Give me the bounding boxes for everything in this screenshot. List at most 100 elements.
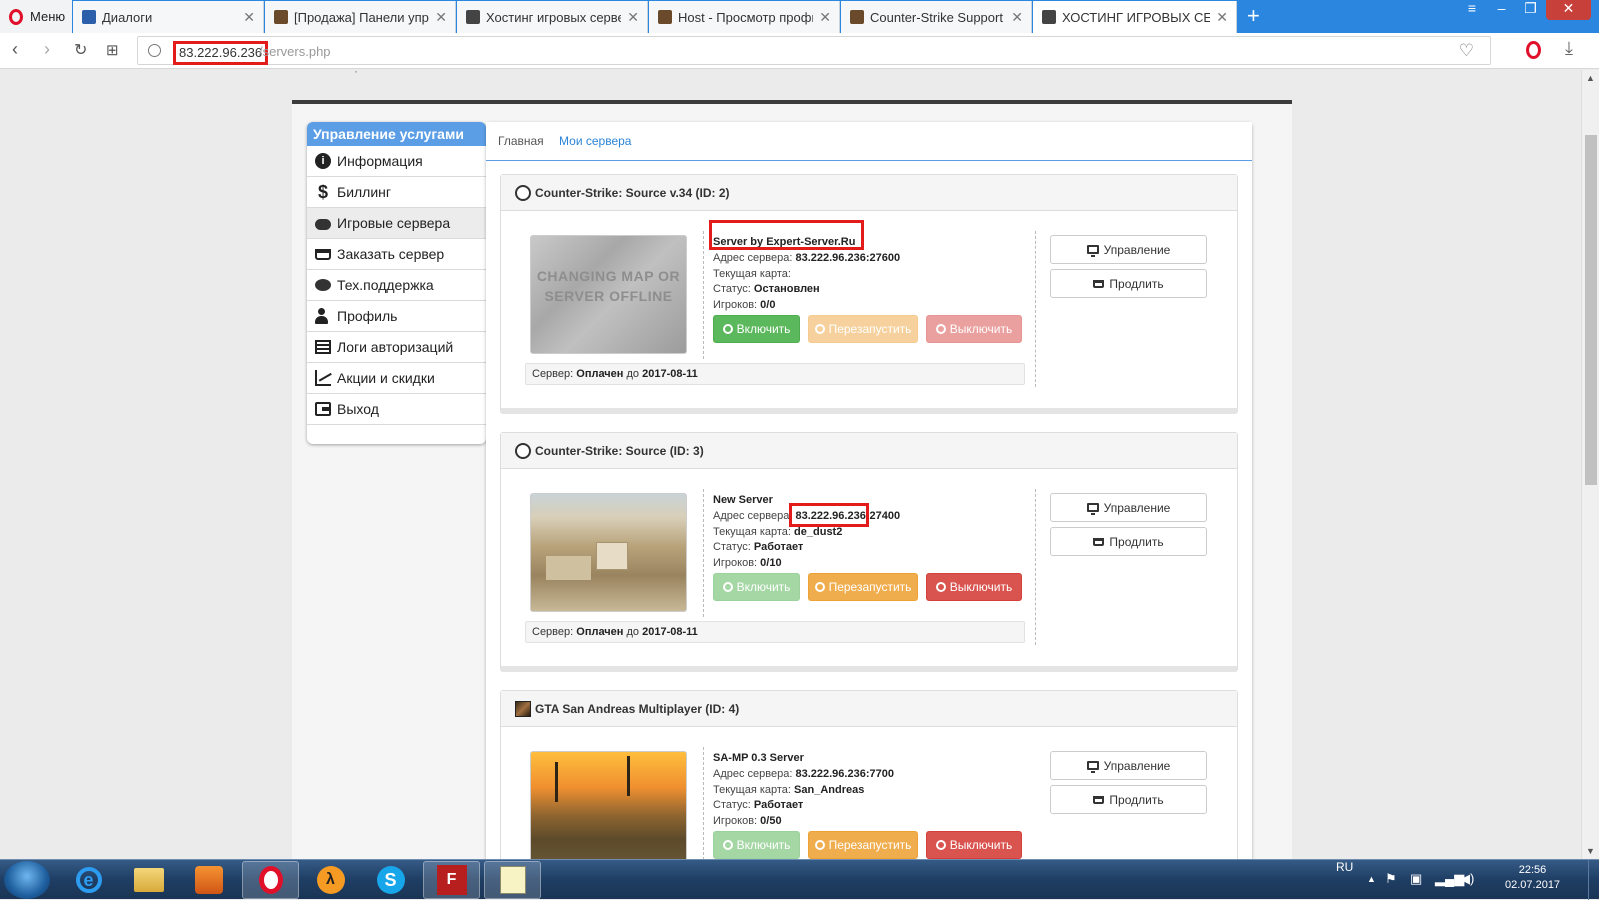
volume-icon[interactable]: ◀) xyxy=(1460,871,1474,887)
browser-tab[interactable]: [Продажа] Панели управ ✕ xyxy=(265,1,456,33)
sidebar-item-game-servers[interactable]: Игровые сервера xyxy=(307,208,486,239)
back-icon[interactable]: ‹ xyxy=(12,39,18,60)
play-icon xyxy=(722,582,733,592)
opera-menu-button[interactable]: Меню xyxy=(0,0,72,33)
server-address: 83.222.96.236:27600 xyxy=(795,251,901,264)
renew-label: Продлить xyxy=(1109,276,1164,291)
server-title: GTA San Andreas Multiplayer (ID: 4) xyxy=(535,701,740,716)
paid-label: Оплачен xyxy=(576,368,624,380)
taskbar-app-filezilla[interactable]: F xyxy=(423,861,480,899)
stop-button[interactable]: Выключить xyxy=(926,315,1022,343)
restart-button[interactable]: Перезапустить xyxy=(808,831,918,859)
speed-dial-icon[interactable]: ⊞ xyxy=(106,41,119,59)
system-clock[interactable]: 22:56 02.07.2017 xyxy=(1505,863,1560,893)
show-desktop-button[interactable] xyxy=(1588,860,1599,900)
sidebar-item-logout[interactable]: Выход xyxy=(307,394,486,425)
stop-button[interactable]: Выключить xyxy=(926,573,1022,601)
sidebar-item-label: Игровые сервера xyxy=(337,215,451,231)
sidebar-item-promotions[interactable]: Акции и скидки xyxy=(307,363,486,394)
server-controls: Включить Перезапустить Выключить xyxy=(713,573,1022,601)
forward-icon[interactable]: › xyxy=(44,39,50,60)
map-label: Текущая карта: xyxy=(713,267,791,280)
server-address: 83.222.96.236:27400 xyxy=(795,509,901,522)
address-label: Адрес сервера: xyxy=(713,509,793,522)
restart-button[interactable]: Перезапустить xyxy=(808,573,918,601)
minimize-icon[interactable]: – xyxy=(1488,0,1515,20)
heart-icon[interactable]: ♡ xyxy=(1459,41,1474,61)
browser-tab[interactable]: Counter-Strike Support Co ✕ xyxy=(841,1,1032,33)
start-button[interactable]: Включить xyxy=(713,573,800,601)
start-button[interactable]: Включить xyxy=(713,315,800,343)
tray-expand-icon[interactable]: ▲ xyxy=(1367,874,1376,884)
stop-button[interactable]: Выключить xyxy=(926,831,1022,859)
scroll-up-icon[interactable]: ▲ xyxy=(1586,73,1595,83)
start-label: Включить xyxy=(736,838,791,852)
taskbar-app-half-life[interactable]: λ xyxy=(302,861,359,899)
browser-tab[interactable]: Хостинг игровых сервер ✕ xyxy=(457,1,648,33)
server-title: Counter-Strike: Source v.34 (ID: 2) xyxy=(535,185,730,200)
server-map-thumbnail xyxy=(530,493,687,612)
tab-menu-icon[interactable]: ≡ xyxy=(1462,0,1482,20)
taskbar-app-skype[interactable]: S xyxy=(362,861,419,899)
manage-button[interactable]: Управление xyxy=(1050,493,1207,522)
close-tab-icon[interactable]: ✕ xyxy=(819,9,831,26)
renew-button[interactable]: Продлить xyxy=(1050,785,1207,814)
action-center-icon[interactable]: ⚑ xyxy=(1385,871,1397,887)
clock-date: 02.07.2017 xyxy=(1505,879,1561,891)
manage-button[interactable]: Управление xyxy=(1050,235,1207,264)
taskbar-app-notepad[interactable] xyxy=(484,861,541,899)
download-icon[interactable]: ⤓ xyxy=(1565,38,1573,59)
renew-button[interactable]: Продлить xyxy=(1050,269,1207,298)
browser-tab[interactable]: Диалоги ✕ xyxy=(73,1,264,33)
services-sidebar: Управление услугами i Информация $ Билли… xyxy=(307,122,486,444)
breadcrumb-home-link[interactable]: Главная xyxy=(498,134,544,148)
players-label: Игроков: xyxy=(713,299,758,312)
close-tab-icon[interactable]: ✕ xyxy=(1011,9,1023,26)
taskbar-app-ie[interactable]: e xyxy=(60,861,117,899)
sidebar-item-support[interactable]: Тех.поддержка xyxy=(307,270,486,301)
restart-button[interactable]: Перезапустить xyxy=(808,315,918,343)
breadcrumb-current-link[interactable]: Мои сервера xyxy=(559,134,631,148)
server-address: 83.222.96.236:7700 xyxy=(795,767,894,780)
vertical-scrollbar[interactable]: ▲ ▼ xyxy=(1581,70,1599,859)
manage-label: Управление xyxy=(1103,758,1171,773)
start-button[interactable]: Включить xyxy=(713,831,800,859)
maximize-icon[interactable]: ❐ xyxy=(1517,0,1544,20)
sidebar-item-billing[interactable]: $ Биллинг xyxy=(307,177,486,208)
url-field[interactable]: 83.222.96.236 /servers.php ♡ xyxy=(137,36,1491,65)
language-indicator[interactable]: RU xyxy=(1336,860,1353,874)
server-map: San_Andreas xyxy=(794,783,865,796)
sidebar-item-auth-logs[interactable]: Логи авторизаций xyxy=(307,332,486,363)
start-button[interactable] xyxy=(4,861,50,899)
scrollbar-thumb[interactable] xyxy=(1585,135,1597,485)
close-tab-icon[interactable]: ✕ xyxy=(435,9,447,26)
breadcrumb: Главная Мои сервера xyxy=(486,122,1252,161)
sidebar-item-order-server[interactable]: Заказать сервер xyxy=(307,239,486,270)
sidebar-item-profile[interactable]: Профиль xyxy=(307,301,486,332)
tray-app-icon[interactable]: ▣ xyxy=(1410,871,1422,887)
browser-tab-active[interactable]: ХОСТИНГ ИГРОВЫХ СЕРВЕ ✕ xyxy=(1033,1,1237,33)
browser-tab[interactable]: Host - Просмотр профил ✕ xyxy=(649,1,840,33)
chart-icon xyxy=(315,370,331,386)
taskbar-app-media[interactable] xyxy=(180,861,237,899)
close-tab-icon[interactable]: ✕ xyxy=(627,9,639,26)
new-tab-icon[interactable]: + xyxy=(1247,3,1260,29)
sidebar-item-info[interactable]: i Информация xyxy=(307,146,486,177)
opera-icon[interactable] xyxy=(1526,41,1541,59)
page-viewport: · Управление услугами i Информация $ Бил… xyxy=(0,70,1581,859)
server-panel-header: Counter-Strike: Source (ID: 3) xyxy=(501,433,1237,469)
renew-button[interactable]: Продлить xyxy=(1050,527,1207,556)
reload-icon[interactable]: ↻ xyxy=(74,40,87,60)
map-palm xyxy=(627,756,630,796)
close-tab-icon[interactable]: ✕ xyxy=(1216,9,1228,26)
status-label: Статус: xyxy=(713,799,751,812)
taskbar-app-opera[interactable] xyxy=(242,861,299,899)
divider xyxy=(703,747,704,859)
manage-button[interactable]: Управление xyxy=(1050,751,1207,780)
until-label: до xyxy=(626,626,640,638)
close-window-icon[interactable]: ✕ xyxy=(1546,0,1591,20)
start-label: Включить xyxy=(736,322,791,336)
close-tab-icon[interactable]: ✕ xyxy=(243,9,255,26)
taskbar-app-explorer[interactable] xyxy=(120,861,177,899)
scroll-down-icon[interactable]: ▼ xyxy=(1586,846,1595,856)
